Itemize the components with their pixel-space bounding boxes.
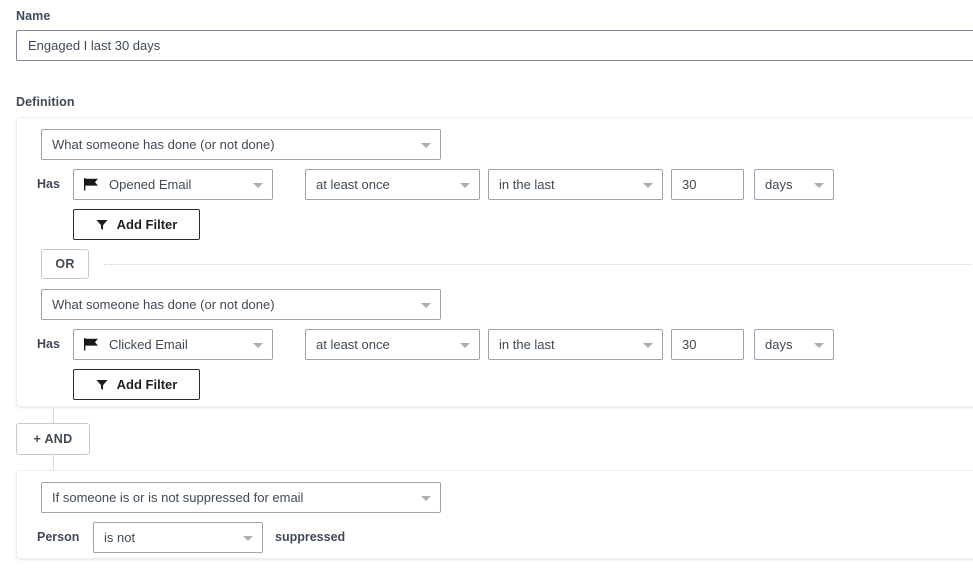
chevron-down-icon: [253, 182, 263, 188]
has-label-2: Has: [37, 337, 60, 351]
flag-icon: [84, 338, 98, 351]
frequency-select-2[interactable]: at least once: [305, 329, 480, 360]
chevron-down-icon: [643, 342, 653, 348]
has-label-1: Has: [37, 177, 60, 191]
amount-input-2[interactable]: [671, 329, 744, 360]
metric-select-1-value: Opened Email: [109, 177, 192, 192]
suppression-group-card: If someone is or is not suppressed for e…: [16, 470, 973, 559]
segment-name-input[interactable]: [16, 30, 973, 61]
metric-select-1[interactable]: Opened Email: [73, 169, 273, 200]
funnel-icon: [96, 379, 108, 390]
connector-line-bottom: [53, 455, 54, 470]
condition-type-select-2[interactable]: What someone has done (or not done): [41, 289, 441, 320]
suppression-operator-value: is not: [104, 530, 136, 545]
definition-group-card: What someone has done (or not done) Has …: [16, 117, 973, 407]
person-label: Person: [37, 530, 80, 544]
segment-definition-page: Name Definition What someone has done (o…: [0, 0, 973, 571]
timeframe-select-1-value: in the last: [499, 177, 555, 192]
suppression-operator-select[interactable]: is not: [93, 522, 263, 553]
suppressed-label: suppressed: [275, 530, 346, 544]
funnel-icon: [96, 219, 108, 230]
definition-label: Definition: [16, 95, 75, 109]
chevron-down-icon: [643, 182, 653, 188]
timeframe-select-2-value: in the last: [499, 337, 555, 352]
suppression-type-select[interactable]: If someone is or is not suppressed for e…: [41, 482, 441, 513]
chevron-down-icon: [243, 535, 253, 541]
add-filter-button-1-label: Add Filter: [116, 217, 178, 232]
condition-type-select-1-value: What someone has done (or not done): [52, 137, 275, 152]
timeframe-select-2[interactable]: in the last: [488, 329, 663, 360]
unit-select-1-value: days: [765, 177, 793, 192]
condition-type-select-2-value: What someone has done (or not done): [52, 297, 275, 312]
amount-input-1[interactable]: [671, 169, 744, 200]
add-filter-button-2[interactable]: Add Filter: [73, 369, 200, 400]
metric-select-2[interactable]: Clicked Email: [73, 329, 273, 360]
or-operator-label: OR: [55, 257, 75, 271]
unit-select-2-value: days: [765, 337, 793, 352]
add-filter-button-1[interactable]: Add Filter: [73, 209, 200, 240]
chevron-down-icon: [460, 342, 470, 348]
unit-select-2[interactable]: days: [754, 329, 834, 360]
suppression-type-select-value: If someone is or is not suppressed for e…: [52, 490, 304, 505]
unit-select-1[interactable]: days: [754, 169, 834, 200]
add-and-group-button[interactable]: + AND: [16, 423, 90, 455]
flag-icon: [84, 178, 98, 191]
frequency-select-1[interactable]: at least once: [305, 169, 480, 200]
chevron-down-icon: [460, 182, 470, 188]
metric-select-2-value: Clicked Email: [109, 337, 188, 352]
add-filter-button-2-label: Add Filter: [116, 377, 178, 392]
connector-line-top: [53, 407, 54, 424]
chevron-down-icon: [421, 302, 431, 308]
condition-type-select-1[interactable]: What someone has done (or not done): [41, 129, 441, 160]
frequency-select-2-value: at least once: [316, 337, 390, 352]
or-operator-button[interactable]: OR: [41, 249, 89, 279]
timeframe-select-1[interactable]: in the last: [488, 169, 663, 200]
name-label: Name: [16, 9, 51, 23]
chevron-down-icon: [421, 495, 431, 501]
chevron-down-icon: [421, 142, 431, 148]
add-and-group-label: + AND: [33, 432, 73, 446]
chevron-down-icon: [814, 182, 824, 188]
chevron-down-icon: [814, 342, 824, 348]
chevron-down-icon: [253, 342, 263, 348]
or-divider-line: [104, 264, 973, 265]
frequency-select-1-value: at least once: [316, 177, 390, 192]
